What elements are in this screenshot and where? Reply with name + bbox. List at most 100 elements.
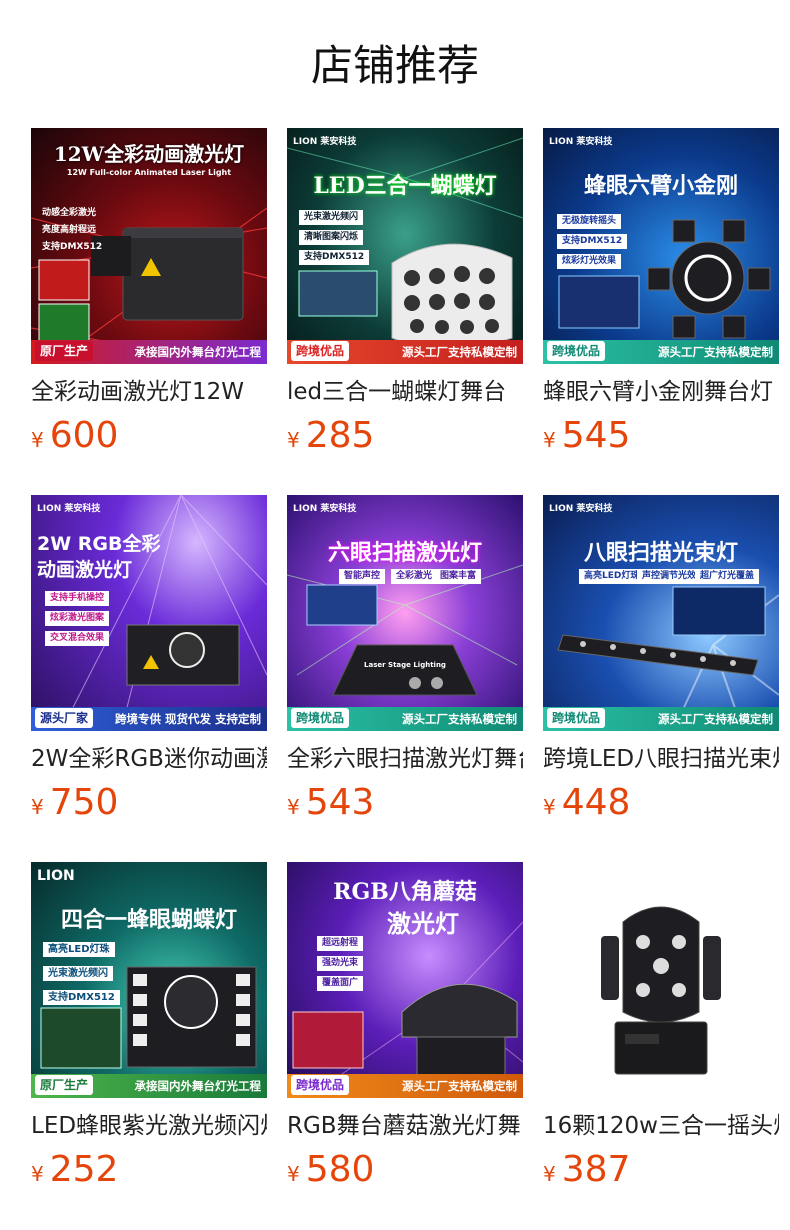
price-value: 387 [561, 1149, 631, 1190]
product-image[interactable] [543, 862, 779, 1098]
currency-symbol: ¥ [31, 1162, 44, 1186]
thumb-feature: 高亮LED灯珠 [43, 942, 115, 957]
brand-logo: LION 莱安科技 [293, 137, 357, 147]
price-value: 545 [561, 415, 631, 456]
thumb-feature: 炫彩激光图案 [45, 611, 110, 626]
product-image[interactable]: RGB八角蘑菇 激光灯 超远射程 强劲光束 覆盖面广 跨境优品 源头工厂支持私模… [287, 862, 523, 1098]
product-image[interactable]: LION 莱安科技 六眼扫描激光灯 智能声控 全彩激光 图案丰富 Laser S… [287, 495, 523, 731]
thumb-feature: 支持DMX512 [299, 250, 370, 265]
currency-symbol: ¥ [31, 795, 44, 819]
product-name[interactable]: 跨境LED八眼扫描光束灯 [543, 743, 779, 779]
thumb-feature: 超广灯光覆盖 [695, 569, 760, 584]
product-image[interactable]: LION 四合一蜂眼蝴蝶灯 高亮LED灯珠 光束激光频闪 支持DMX512 原厂… [31, 862, 267, 1098]
thumb-headline: 蜂眼六臂小金刚 [583, 173, 738, 199]
thumb-headline: 六眼扫描激光灯 [327, 540, 482, 566]
product-name[interactable]: 全彩六眼扫描激光灯舞台 [287, 743, 523, 779]
currency-symbol: ¥ [543, 428, 556, 452]
thumb-headline: 12W全彩动画激光灯 [53, 142, 245, 166]
thumb-feature: 智能声控 [339, 569, 386, 584]
six-eye-laser-art [287, 564, 523, 696]
thumb-footer-text: 源头工厂支持私模定制 [402, 1079, 517, 1093]
thumb-feature: 支持DMX512 [43, 990, 120, 1005]
product-price: ¥285 [287, 414, 374, 458]
currency-symbol: ¥ [543, 795, 556, 819]
product-image[interactable]: LION 莱安科技 LED三合一蝴蝶灯 光束激光频闪 清晰图案闪烁 支持DMX5… [287, 128, 523, 364]
thumb-subline: 12W Full-color Animated Laser Light [66, 168, 232, 177]
thumb-footer-text: 源头工厂支持私模定制 [658, 345, 773, 359]
brand-logo: LION [37, 868, 75, 884]
currency-symbol: ¥ [31, 428, 44, 452]
price-value: 285 [305, 415, 375, 456]
thumb-headline: RGB八角蘑菇 [333, 879, 477, 905]
thumb-feature: 超远射程 [317, 936, 364, 951]
butterfly-light-art [287, 137, 523, 349]
price-value: 543 [305, 782, 375, 823]
thumb-badge: 源头厂家 [35, 708, 94, 728]
product-card[interactable]: 12W全彩动画激光灯 12W Full-color Animated Laser… [31, 128, 267, 468]
product-name[interactable]: LED蜂眼紫光激光频闪灯 [31, 1110, 267, 1146]
eight-eye-beam-art [557, 586, 779, 731]
thumb-footer-text: 承接国内外舞台灯光工程 [134, 345, 262, 359]
thumb-feature: 清晰图案闪烁 [299, 230, 364, 245]
product-name[interactable]: 全彩动画激光灯12W [31, 376, 267, 412]
thumb-feature: 全彩激光 [391, 569, 438, 584]
product-name[interactable]: 2W全彩RGB迷你动画激光灯 [31, 743, 267, 779]
product-card[interactable]: LION 莱安科技 蜂眼六臂小金刚 无极旋转摇头 支持DMX512 炫彩灯光效果… [543, 128, 779, 468]
product-card[interactable]: LION 莱安科技 八眼扫描光束灯 高亮LED灯珠 声控调节光效 超广灯光覆盖 … [543, 495, 779, 835]
thumb-badge: 跨境优品 [547, 708, 606, 728]
product-price: ¥252 [31, 1148, 118, 1192]
product-name[interactable]: 16颗120w三合一摇头灯 [543, 1110, 779, 1146]
product-card[interactable]: LION 莱安科技 LED三合一蝴蝶灯 光束激光频闪 清晰图案闪烁 支持DMX5… [287, 128, 523, 468]
thumb-feature: 炫彩灯光效果 [557, 254, 622, 269]
thumb-headline: 2W RGB全彩 [37, 533, 161, 555]
currency-symbol: ¥ [287, 795, 300, 819]
product-card[interactable]: LION 莱安科技 2W RGB全彩 动画激光灯 支持手机操控 炫彩激光图案 交… [31, 495, 267, 835]
brand-logo: LION 莱安科技 [37, 504, 101, 514]
price-value: 750 [49, 782, 119, 823]
thumb-feature: 亮度高射程远 [42, 225, 97, 235]
thumb-badge: 跨境优品 [291, 708, 350, 728]
price-value: 600 [49, 415, 119, 456]
product-image[interactable]: LION 莱安科技 2W RGB全彩 动画激光灯 支持手机操控 炫彩激光图案 交… [31, 495, 267, 731]
thumb-feature: 交叉混合效果 [45, 631, 110, 646]
price-value: 448 [561, 782, 631, 823]
thumb-feature: 动感全彩激光 [42, 208, 97, 218]
thumb-feature: 支持DMX512 [42, 242, 103, 252]
currency-symbol: ¥ [287, 1162, 300, 1186]
thumb-headline: 八眼扫描光束灯 [583, 540, 738, 566]
currency-symbol: ¥ [543, 1162, 556, 1186]
thumb-footer-text: 跨境专供 现货代发 支持定制 [114, 712, 261, 726]
thumb-badge: 原厂生产 [35, 1075, 94, 1095]
thumb-feature: 覆盖面广 [317, 976, 364, 991]
price-value: 252 [49, 1149, 119, 1190]
thumb-headline-2: 激光灯 [387, 909, 459, 938]
product-card[interactable]: 16颗120w三合一摇头灯 ¥387 [543, 862, 779, 1202]
product-price: ¥600 [31, 414, 118, 458]
product-card[interactable]: LION 四合一蜂眼蝴蝶灯 高亮LED灯珠 光束激光频闪 支持DMX512 原厂… [31, 862, 267, 1202]
price-value: 580 [305, 1149, 375, 1190]
brand-logo: LION 莱安科技 [549, 504, 613, 514]
thumb-badge: 跨境优品 [291, 1075, 350, 1095]
thumb-footer-text: 源头工厂支持私模定制 [402, 345, 517, 359]
product-price: ¥580 [287, 1148, 374, 1192]
product-card[interactable]: RGB八角蘑菇 激光灯 超远射程 强劲光束 覆盖面广 跨境优品 源头工厂支持私模… [287, 862, 523, 1202]
thumb-badge: 跨境优品 [291, 341, 350, 361]
product-image[interactable]: LION 莱安科技 八眼扫描光束灯 高亮LED灯珠 声控调节光效 超广灯光覆盖 … [543, 495, 779, 731]
thumb-badge: 原厂生产 [35, 341, 94, 361]
device-label: Laser Stage Lighting [364, 661, 446, 669]
thumb-badge: 跨境优品 [547, 341, 606, 361]
thumb-headline: 四合一蜂眼蝴蝶灯 [60, 907, 237, 933]
product-name[interactable]: led三合一蝴蝶灯舞台 [287, 376, 523, 412]
thumb-footer-text: 承接国内外舞台灯光工程 [134, 1079, 262, 1093]
thumb-feature: 支持DMX512 [557, 234, 628, 249]
product-price: ¥545 [543, 414, 630, 458]
product-image[interactable]: LION 莱安科技 蜂眼六臂小金刚 无极旋转摇头 支持DMX512 炫彩灯光效果… [543, 128, 779, 364]
thumb-feature: 图案丰富 [435, 569, 482, 584]
product-price: ¥543 [287, 781, 374, 825]
product-name[interactable]: 蜂眼六臂小金刚舞台灯 [543, 376, 779, 412]
product-card[interactable]: LION 莱安科技 六眼扫描激光灯 智能声控 全彩激光 图案丰富 Laser S… [287, 495, 523, 835]
product-name[interactable]: RGB舞台蘑菇激光灯舞台 [287, 1110, 523, 1146]
thumb-feature: 光束激光频闪 [43, 966, 113, 981]
thumb-footer-text: 源头工厂支持私模定制 [402, 712, 517, 726]
product-image[interactable]: 12W全彩动画激光灯 12W Full-color Animated Laser… [31, 128, 267, 364]
